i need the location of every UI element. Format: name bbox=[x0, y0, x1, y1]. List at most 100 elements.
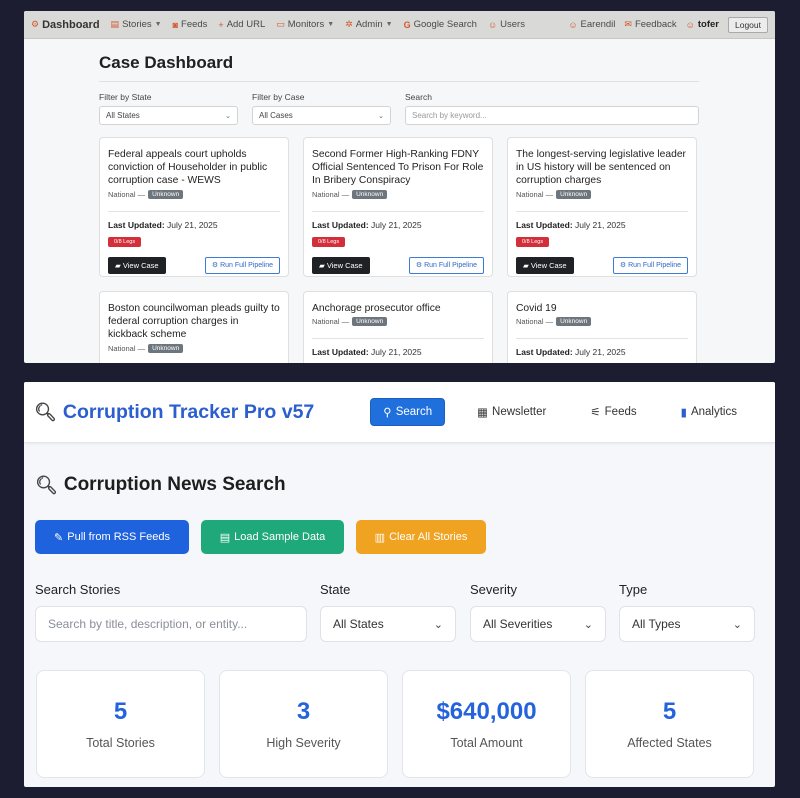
chevron-down-icon: ▼ bbox=[154, 21, 162, 28]
case-card: The longest-serving legislative leader i… bbox=[507, 137, 697, 277]
chart-icon: ▮ bbox=[680, 407, 687, 419]
action-buttons: ✎ Pull from RSS Feeds ▤ Load Sample Data… bbox=[35, 520, 486, 554]
severity-select[interactable]: All Severities ⌄ bbox=[470, 606, 606, 642]
type-select[interactable]: All Types ⌄ bbox=[619, 606, 755, 642]
state-select[interactable]: All States ⌄ bbox=[320, 606, 456, 642]
page-title: Case Dashboard bbox=[99, 53, 699, 82]
nav-brand[interactable]: ⚙ Dashboard bbox=[31, 19, 100, 31]
top-navbar: ⚙ Dashboard ▤ Stories ▼ ◙ Feeds + Add UR… bbox=[24, 11, 775, 39]
tab-feeds[interactable]: ⚟ Feeds bbox=[578, 399, 648, 425]
app-header: 🔍︎ Corruption Tracker Pro v57 ⚲ Search ▦… bbox=[24, 382, 775, 443]
chevron-down-icon: ⌄ bbox=[225, 112, 231, 120]
pull-rss-button[interactable]: ✎ Pull from RSS Feeds bbox=[35, 520, 189, 554]
case-meta: National — Unknown bbox=[312, 317, 484, 326]
run-pipeline-button[interactable]: ⚙ Run Full Pipeline bbox=[408, 257, 484, 274]
case-title[interactable]: Covid 19 bbox=[516, 302, 688, 315]
gears-icon: ⚙ bbox=[619, 262, 627, 269]
search-input[interactable]: Search by keyword... bbox=[405, 106, 699, 125]
magnifier-icon: 🔍︎ bbox=[34, 401, 57, 422]
user-icon: ☺ bbox=[568, 19, 578, 30]
stat-card-affected-states: 5 Affected States bbox=[585, 670, 754, 778]
nav-item-monitors[interactable]: ▭ Monitors ▼ bbox=[276, 19, 334, 30]
chevron-down-icon: ⌄ bbox=[433, 618, 443, 631]
nav-item-google-search[interactable]: G Google Search bbox=[404, 19, 477, 30]
case-card: Boston councilwoman pleads guilty to fed… bbox=[99, 291, 289, 363]
case-title[interactable]: The longest-serving legislative leader i… bbox=[516, 148, 688, 188]
last-updated: Last Updated: July 21, 2025 bbox=[516, 347, 626, 357]
case-title[interactable]: Anchorage prosecutor office bbox=[312, 302, 484, 315]
filter-case-label: Filter by Case bbox=[252, 92, 305, 102]
state-label: State bbox=[320, 582, 351, 597]
clear-stories-button[interactable]: ▥ Clear All Stories bbox=[356, 520, 486, 554]
gear-icon: ✲ bbox=[345, 19, 353, 29]
run-pipeline-button[interactable]: ⚙ Run Full Pipeline bbox=[612, 257, 688, 274]
legs-badge: 0/8 Legs bbox=[108, 237, 142, 247]
divider bbox=[516, 338, 688, 339]
case-card: Anchorage prosecutor office National — U… bbox=[303, 291, 493, 363]
divider bbox=[516, 211, 688, 212]
nav-item-add-url[interactable]: + Add URL bbox=[218, 19, 265, 30]
last-updated: Last Updated: July 21, 2025 bbox=[312, 220, 422, 230]
dashboard-icon: ⚙ bbox=[31, 19, 40, 29]
type-label: Type bbox=[619, 582, 648, 597]
filter-state-select[interactable]: All States ⌄ bbox=[99, 106, 238, 125]
chevron-down-icon: ⌄ bbox=[583, 618, 593, 631]
nav-item-users[interactable]: ☺ Users bbox=[488, 19, 525, 30]
case-title[interactable]: Boston councilwoman pleads guilty to fed… bbox=[108, 302, 280, 342]
case-meta: National — Unknown bbox=[516, 317, 688, 326]
legs-badge: 0/8 Legs bbox=[312, 237, 346, 247]
magnifier-icon: 🔍︎ bbox=[35, 474, 58, 495]
nav-item-admin[interactable]: ✲ Admin ▼ bbox=[345, 19, 392, 30]
stat-card-total-stories: 5 Total Stories bbox=[36, 670, 205, 778]
filter-case-select[interactable]: All Cases ⌄ bbox=[252, 106, 391, 125]
status-badge: Unknown bbox=[352, 317, 388, 326]
nav-user-tofer[interactable]: ☺ tofer bbox=[686, 19, 719, 30]
nav-item-stories[interactable]: ▤ Stories ▼ bbox=[111, 19, 162, 30]
view-case-button[interactable]: ▰ View Case bbox=[516, 257, 574, 274]
filter-bar: Filter by State All States ⌄ Filter by C… bbox=[99, 92, 699, 125]
case-title[interactable]: Federal appeals court upholds conviction… bbox=[108, 148, 280, 188]
plus-icon: + bbox=[218, 19, 224, 30]
run-pipeline-button[interactable]: ⚙ Run Full Pipeline bbox=[204, 257, 280, 274]
case-meta: National — Unknown bbox=[108, 190, 280, 199]
stories-icon: ▤ bbox=[110, 19, 120, 29]
tab-search[interactable]: ⚲ Search bbox=[370, 398, 446, 426]
last-updated: Last Updated: July 21, 2025 bbox=[516, 220, 626, 230]
nav-user-earendil[interactable]: ☺ Earendil bbox=[568, 19, 615, 30]
view-case-button[interactable]: ▰ View Case bbox=[312, 257, 370, 274]
folder-icon: ▰ bbox=[523, 261, 529, 270]
severity-label: Severity bbox=[470, 582, 517, 597]
case-meta: National — Unknown bbox=[108, 344, 280, 353]
chevron-down-icon: ⌄ bbox=[378, 112, 384, 120]
corruption-tracker-screenshot: 🔍︎ Corruption Tracker Pro v57 ⚲ Search ▦… bbox=[24, 382, 775, 787]
case-cards-grid: Federal appeals court upholds conviction… bbox=[99, 137, 699, 363]
nav-feedback[interactable]: ✉ Feedback bbox=[624, 19, 676, 30]
users-icon: ☺ bbox=[487, 19, 498, 30]
tab-newsletter[interactable]: ▦ Newsletter bbox=[465, 399, 558, 425]
divider bbox=[312, 338, 484, 339]
last-updated: Last Updated: July 21, 2025 bbox=[108, 220, 218, 230]
rss-icon: ◙ bbox=[172, 19, 179, 30]
satellite-icon: ⚟ bbox=[590, 407, 601, 419]
trash-icon: ▥ bbox=[374, 531, 386, 544]
case-card: Federal appeals court upholds conviction… bbox=[99, 137, 289, 277]
legs-badge: 0/8 Legs bbox=[516, 237, 550, 247]
tab-analytics[interactable]: ▮ Analytics bbox=[669, 399, 749, 425]
folder-icon: ▰ bbox=[319, 261, 325, 270]
search-icon: ⚲ bbox=[383, 407, 392, 419]
logout-button[interactable]: Logout bbox=[728, 16, 768, 33]
case-meta: National — Unknown bbox=[312, 190, 484, 199]
monitor-icon: ▭ bbox=[276, 19, 285, 29]
gears-icon: ⚙ bbox=[415, 262, 423, 269]
nav-item-feeds[interactable]: ◙ Feeds bbox=[173, 19, 208, 30]
search-input[interactable]: Search by title, description, or entity.… bbox=[35, 606, 307, 642]
satellite-icon: ✎ bbox=[54, 531, 64, 544]
stat-card-high-severity: 3 High Severity bbox=[219, 670, 388, 778]
clipboard-icon: ▤ bbox=[219, 531, 231, 544]
search-stories-label: Search Stories bbox=[35, 582, 121, 597]
case-title[interactable]: Second Former High-Ranking FDNY Official… bbox=[312, 148, 484, 188]
load-sample-button[interactable]: ▤ Load Sample Data bbox=[201, 520, 344, 554]
status-badge: Unknown bbox=[556, 317, 592, 326]
view-case-button[interactable]: ▰ View Case bbox=[108, 257, 166, 274]
app-title: 🔍︎ Corruption Tracker Pro v57 bbox=[34, 400, 315, 423]
